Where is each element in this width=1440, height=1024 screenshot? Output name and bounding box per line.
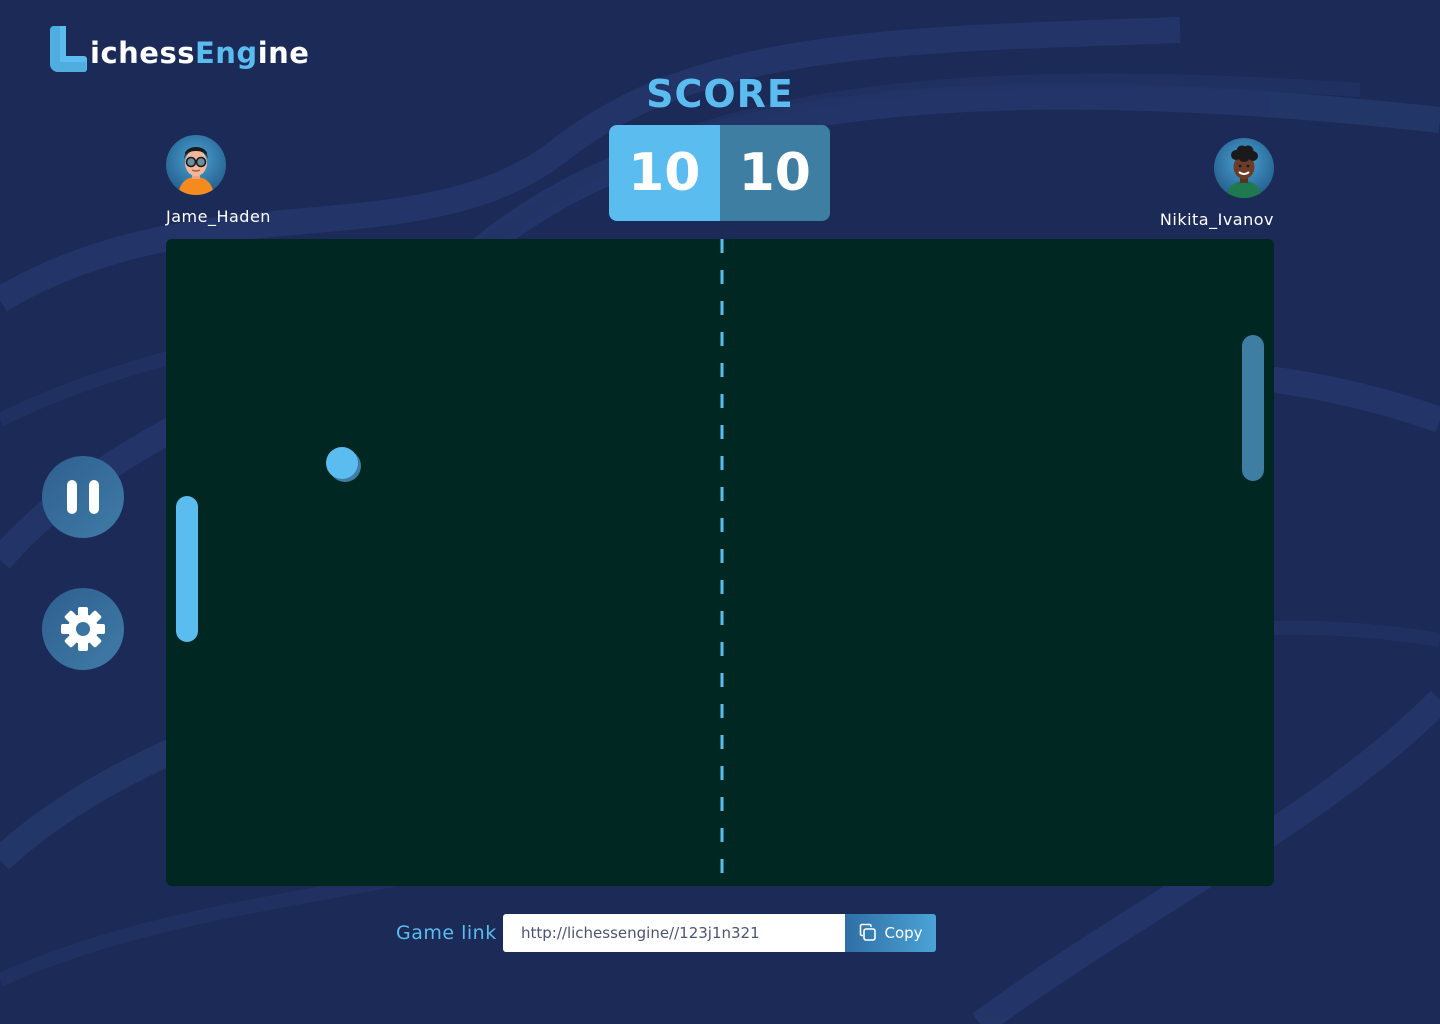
avatar-glasses-icon	[178, 147, 214, 195]
center-net-line	[720, 239, 724, 886]
copy-button-label: Copy	[884, 924, 923, 942]
paddle-left[interactable]	[176, 496, 198, 642]
pause-bar-left	[67, 480, 77, 514]
game-link-label: Game link	[396, 922, 497, 944]
pause-button[interactable]	[42, 456, 124, 538]
score-right-player: 10	[719, 125, 830, 221]
pause-bar-right	[89, 480, 99, 514]
scoreboard: 10 10	[609, 125, 830, 221]
brand-logo[interactable]: ichessEngine	[50, 16, 309, 72]
avatar-curly-hair-icon	[1226, 145, 1262, 198]
player-left-avatar[interactable]	[166, 135, 226, 195]
copy-button[interactable]: Copy	[845, 914, 936, 952]
game-field[interactable]	[166, 239, 1274, 886]
settings-button[interactable]	[42, 588, 124, 670]
player-left: Jame_Haden	[166, 135, 271, 226]
brand-name: ichessEngine	[90, 36, 310, 70]
paddle-right	[1242, 335, 1264, 481]
game-link-input[interactable]	[503, 914, 845, 952]
game-link-row: Game link Copy	[396, 914, 936, 952]
logo-l-icon	[50, 24, 88, 72]
player-right: Nikita_Ivanov	[1160, 138, 1274, 229]
score-title: SCORE	[646, 72, 794, 116]
copy-icon	[858, 923, 878, 943]
player-right-name: Nikita_Ivanov	[1159, 210, 1274, 229]
player-right-avatar[interactable]	[1214, 138, 1274, 198]
gear-icon	[61, 607, 105, 651]
pause-icon	[61, 480, 105, 514]
ball	[326, 447, 358, 479]
score-left-player: 10	[609, 125, 720, 221]
player-left-name: Jame_Haden	[166, 207, 271, 226]
